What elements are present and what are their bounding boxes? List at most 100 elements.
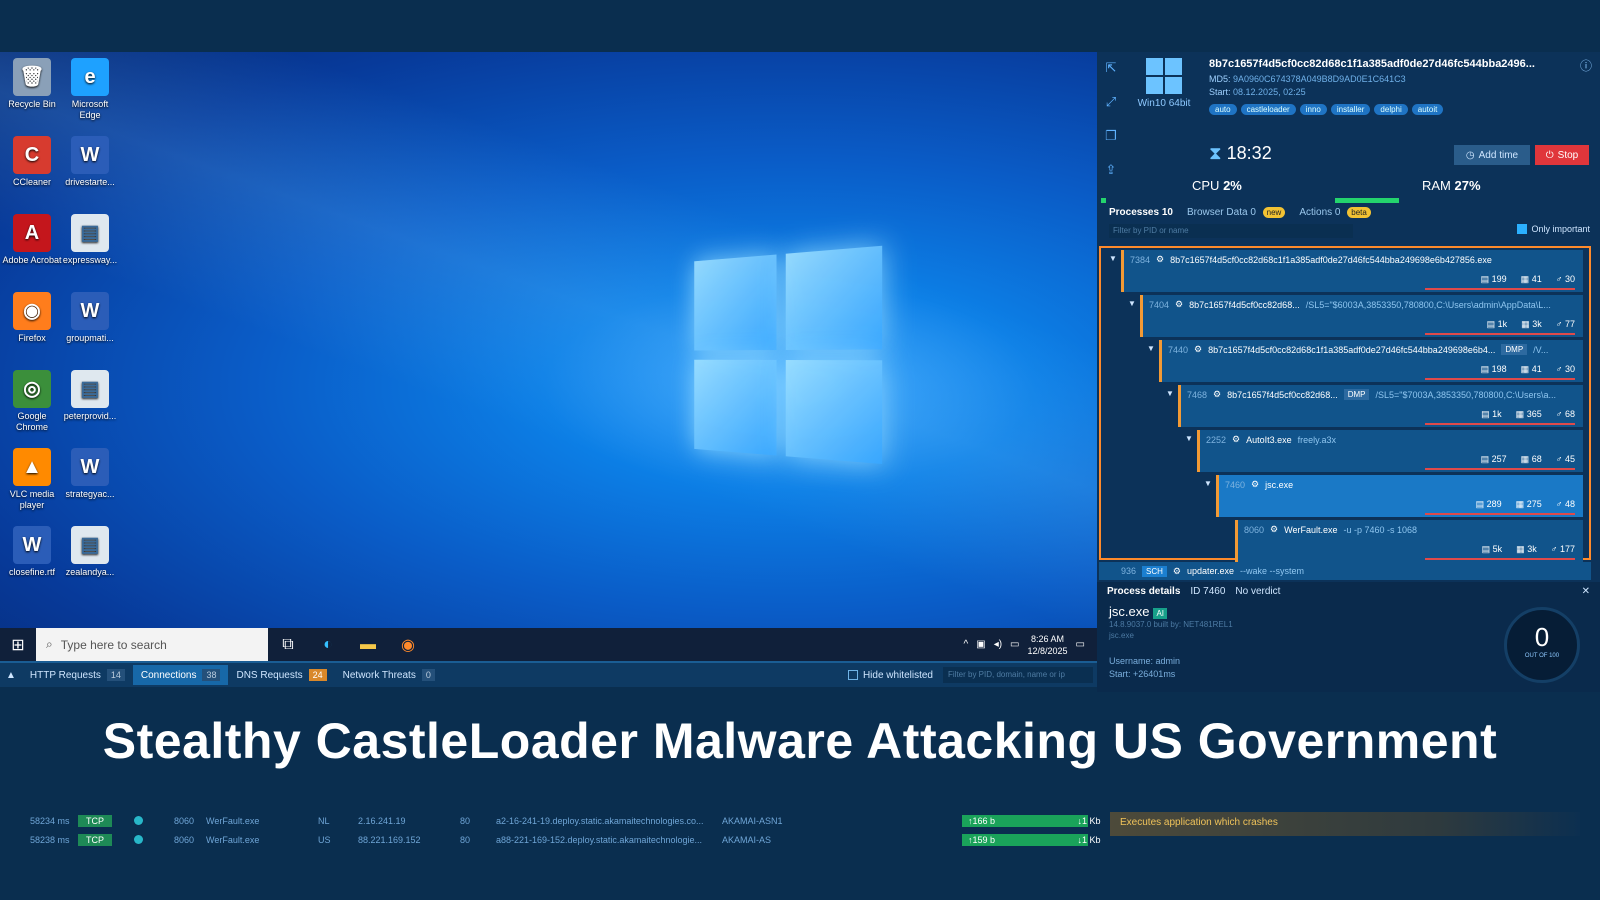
expand-arrow-icon[interactable]: ▼ [1128, 299, 1136, 308]
desktop-icon[interactable]: ▤ zealandya... [60, 526, 120, 578]
tag[interactable]: auto [1209, 104, 1237, 115]
desktop-icon-label: closefine.rtf [8, 567, 56, 577]
desktop-icon[interactable]: C CCleaner [2, 136, 62, 188]
process-row[interactable]: 7404 ⚙ 8b7c1657f4d5cf0cc82d68... /SL5="$600… [1140, 295, 1583, 337]
desktop-icon[interactable]: ▤ expressway... [60, 214, 120, 266]
notification-icon[interactable]: ▭ [1076, 639, 1085, 650]
stop-button[interactable]: ⏻ Stop [1535, 145, 1589, 165]
desktop-icon[interactable]: e Microsoft Edge [60, 58, 120, 121]
checkbox[interactable] [847, 670, 858, 680]
desktop-icon-label: strategyac... [65, 489, 115, 499]
activity-line [1425, 423, 1575, 425]
desktop-icon[interactable]: Wclosefine.rtf [2, 526, 62, 578]
process-row[interactable]: 8060 ⚙ WerFault.exe -u -p 7460 -s 1068 ▤ 5k ▦… [1235, 520, 1583, 562]
file-explorer-icon[interactable]: ▬ [348, 628, 388, 661]
tab-http-requests[interactable]: HTTP Requests 14 [22, 665, 133, 685]
expand-arrow-icon[interactable]: ▼ [1109, 254, 1117, 263]
process-row[interactable]: 7460 ⚙ jsc.exe ▤ 289 ▦ 275 ♂ 48 [1216, 475, 1583, 517]
tag[interactable]: autoit [1411, 104, 1444, 115]
desktop-icon[interactable]: 🗑 Recycle Bin [2, 58, 62, 110]
expand-arrow-icon[interactable]: ▼ [1147, 344, 1155, 353]
start-button[interactable]: ⊞ [0, 628, 36, 661]
desktop-icon-image: ▲ [13, 448, 51, 486]
chevron-up-icon[interactable]: ^ [964, 639, 969, 650]
desktop-icon[interactable]: ▤ peterprovid... [60, 370, 120, 422]
activity-line [1425, 288, 1575, 290]
process-name: AutoIt3.exe [1246, 434, 1292, 445]
process-counters: ▤ 199 ▦ 41 ♂ 30 [1480, 274, 1575, 284]
connection-row[interactable]: 58234 ms TCP 8060 WerFault.exe NL 2.16.241.19… [14, 812, 1101, 830]
display-icon[interactable]: ▭ [1010, 639, 1019, 650]
desktop-icon[interactable]: Wgroupmati... [60, 292, 120, 344]
edge-taskbar-icon[interactable]: ◐ [308, 628, 348, 661]
tab-connections[interactable]: Connections 38 [132, 665, 229, 685]
connection-row[interactable]: 58238 ms TCP 8060 WerFault.exe US 88.221.169.… [14, 831, 1101, 849]
tag[interactable]: castleloader [1240, 104, 1296, 115]
process-icon: ⚙ [1213, 389, 1222, 399]
process-row-updater[interactable]: 936 SCH ⚙ updater.exe --wake --system [1099, 562, 1591, 580]
network-icon: ♂ [1555, 319, 1563, 329]
registry-icon: ▦ [1515, 409, 1525, 419]
process-counters: ▤ 1k ▦ 3k ♂ 77 [1486, 319, 1575, 329]
info-icon[interactable]: ⓘ [1580, 57, 1592, 74]
tag[interactable]: installer [1330, 104, 1371, 115]
task-view-icon[interactable]: ⧉ [268, 628, 308, 661]
tab-actions[interactable]: Actions 0 beta [1299, 207, 1371, 218]
wallpaper-light-beam [0, 52, 1097, 628]
taskbar-search-box[interactable]: ⌕ Type here to search [36, 628, 268, 661]
desktop-icon[interactable]: Wdrivestarte... [60, 136, 120, 188]
only-important-toggle[interactable]: Only important [1517, 224, 1590, 234]
desktop-icon[interactable]: A Adobe Acrobat [2, 214, 62, 266]
desktop-icon[interactable]: ▲ VLC media player [2, 448, 62, 511]
desktop-icon-image: W [71, 448, 109, 486]
firefox-taskbar-icon[interactable]: ◉ [388, 628, 428, 661]
taskbar-clock[interactable]: 8:26 AM 12/8/2025 [1028, 633, 1068, 657]
collapse-chevron-icon[interactable]: ▲ [0, 670, 22, 681]
registry-icon: ▦ [1515, 499, 1525, 509]
conn-ip: 88.221.169.152 [358, 835, 421, 845]
desktop-icon-label: expressway... [62, 255, 118, 265]
fullscreen-icon[interactable]: ⤢ [1106, 94, 1116, 110]
process-row[interactable]: 7440 ⚙ 8b7c1657f4d5cf0cc82d68c1f1a385adf0d… [1159, 340, 1583, 382]
conn-domain: a88-221-169-152.deploy.static.akamaitech… [496, 835, 702, 845]
network-icon[interactable]: ▣ [976, 639, 985, 650]
tab-dns-requests[interactable]: DNS Requests 24 [228, 665, 334, 685]
desktop-icon[interactable]: ◎ Google Chrome [2, 370, 62, 433]
process-row[interactable]: 7384 ⚙ 8b7c1657f4d5cf0cc82d68c1f1a385adf0d… [1121, 250, 1583, 292]
tab-processes[interactable]: Processes 10 [1109, 207, 1173, 218]
tag[interactable]: inno [1299, 104, 1327, 115]
add-time-button[interactable]: ◷ Add time [1454, 145, 1530, 165]
process-args: /V... [1533, 344, 1549, 355]
desktop-icon[interactable]: ◉ Firefox [2, 292, 62, 344]
process-row[interactable]: 7468 ⚙ 8b7c1657f4d5cf0cc82d68... DMP/SL5="$… [1178, 385, 1583, 427]
desktop-icon-image: A [13, 214, 51, 252]
expand-arrow-icon[interactable]: ▼ [1204, 479, 1212, 488]
clock-date: 12/8/2025 [1027, 645, 1068, 656]
tag-list: auto castleloader inno installer delphi … [1209, 104, 1444, 115]
desktop-icon-label: Microsoft Edge [71, 99, 109, 120]
file-icon: ▤ [1480, 274, 1490, 284]
desktop-icon-image: e [71, 58, 109, 96]
close-icon[interactable]: ✕ [1582, 586, 1590, 597]
file-icon: ▤ [1481, 544, 1491, 554]
expand-arrow-icon[interactable]: ▼ [1166, 389, 1174, 398]
connections-filter-input[interactable]: Filter by PID, domain, name or ip [943, 667, 1093, 683]
copy-icon[interactable]: ❐ [1105, 128, 1117, 144]
dump-badge[interactable]: DMP [1343, 389, 1370, 400]
expand-arrow-icon[interactable]: ▼ [1185, 434, 1193, 443]
checkbox-checked-icon [1517, 224, 1528, 234]
dump-badge[interactable]: DMP [1501, 344, 1528, 355]
tag[interactable]: delphi [1374, 104, 1408, 115]
upload-icon[interactable]: ⇪ [1106, 162, 1117, 178]
hide-whitelisted-toggle[interactable]: Hide whitelisted [847, 670, 933, 681]
desktop-icon[interactable]: Wstrategyac... [60, 448, 120, 500]
conn-port: 80 [460, 835, 471, 845]
conn-traffic: ↑ 166 b ↓ 1 Kb [962, 815, 1101, 827]
tab-network-threats[interactable]: Network Threats 0 [335, 665, 443, 685]
tab-browser-data[interactable]: Browser Data 0 new [1187, 207, 1286, 218]
external-link-icon[interactable]: ⇱ [1106, 60, 1117, 76]
process-row[interactable]: 2252 ⚙ AutoIt3.exe freely.a3x ▤ 257 ▦ 68 ♂ 45 [1197, 430, 1583, 472]
process-filter-input[interactable]: Filter by PID or name [1109, 224, 1353, 238]
volume-icon[interactable]: ◂) [994, 639, 1002, 650]
windows-taskbar: ⊞ ⌕ Type here to search ⧉ ◐ ▬ ◉ ^ ▣ ◂) ▭… [0, 628, 1097, 661]
